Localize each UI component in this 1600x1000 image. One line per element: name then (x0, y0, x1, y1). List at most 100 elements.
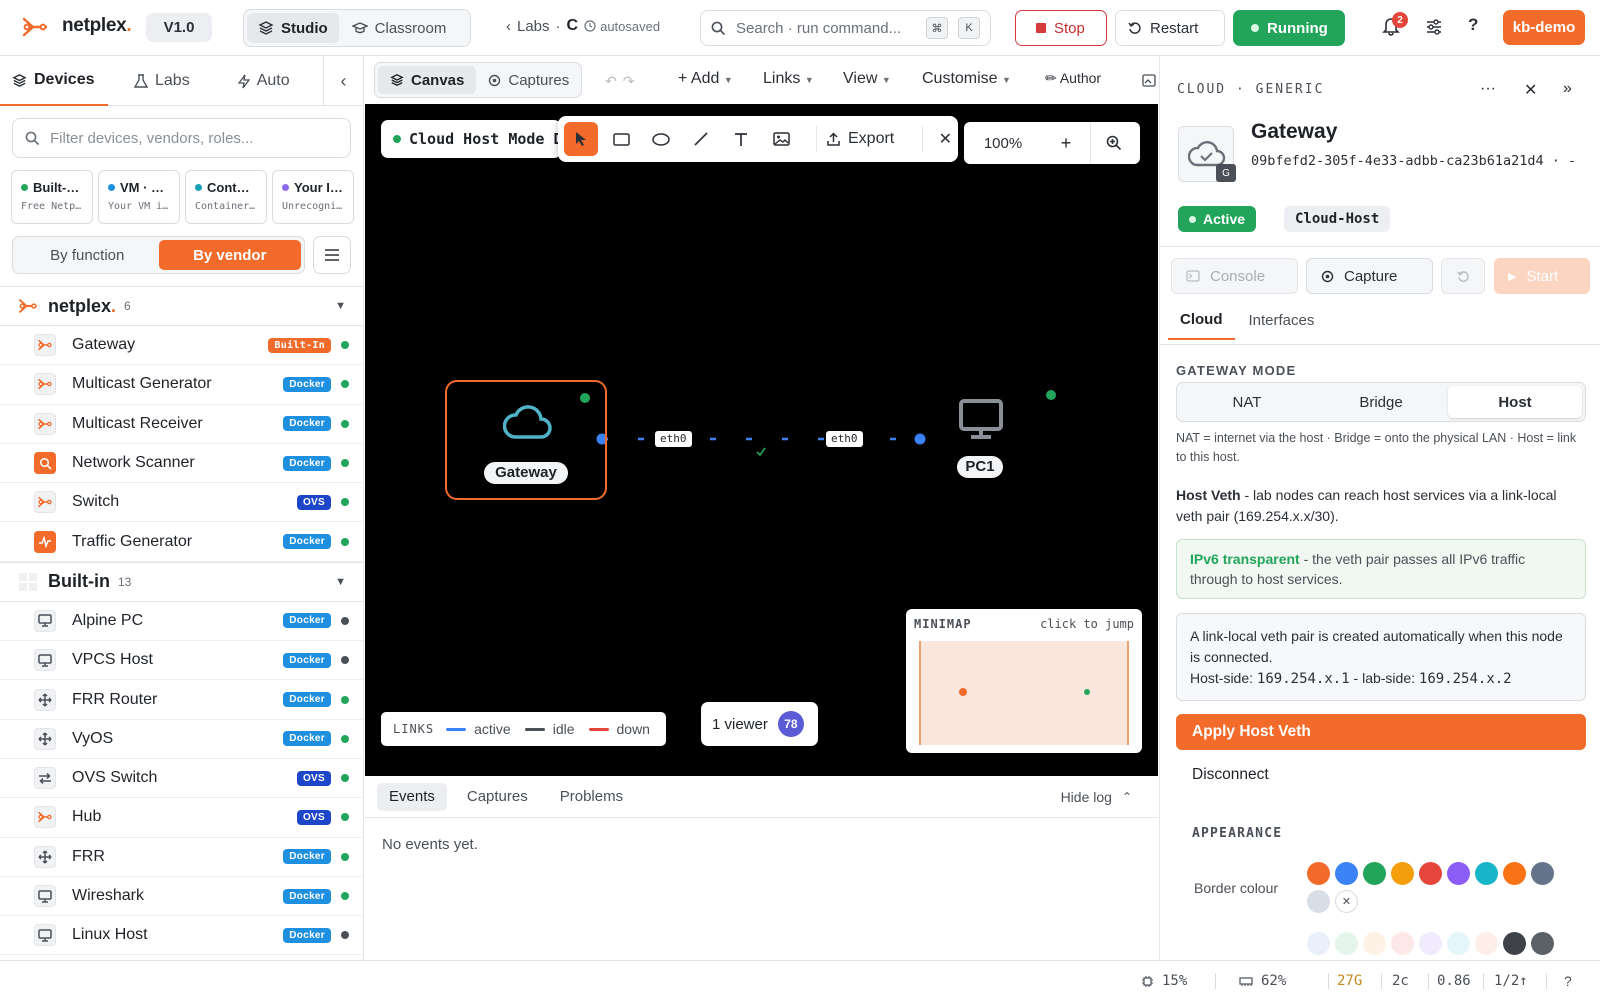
border-colour-swatch[interactable] (1307, 890, 1330, 913)
fill-swatch[interactable] (1307, 932, 1330, 955)
vendor-group-header[interactable]: netplex. 6 ▼ (0, 286, 363, 326)
fill-swatch[interactable] (1531, 932, 1554, 955)
device-item[interactable]: Multicast Receiver Docker (0, 405, 363, 444)
image-icon[interactable] (1142, 74, 1156, 87)
topology-canvas[interactable]: Cloud Host Mode D Export ✕ 100% + eth0 e… (365, 104, 1158, 776)
undo-redo[interactable]: ↶↷ (605, 73, 640, 90)
fill-swatch[interactable] (1503, 932, 1526, 955)
source-card[interactable]: VM · … Your VM i… (98, 170, 180, 224)
expand-inspector-button[interactable]: » (1563, 80, 1572, 98)
group-by-function-button[interactable]: By function (16, 240, 159, 270)
sliders-icon[interactable] (1425, 18, 1443, 36)
border-colour-swatch[interactable] (1503, 862, 1526, 885)
minimap-viewport[interactable] (919, 641, 1129, 745)
apply-host-veth-button[interactable]: Apply Host Veth (1176, 714, 1586, 750)
device-item[interactable]: Gateway Built-In (0, 326, 363, 366)
redo-icon[interactable]: ↷ (623, 73, 641, 89)
device-item[interactable]: Alpine PC Docker (0, 602, 363, 642)
tab-studio[interactable]: Studio (247, 13, 339, 43)
device-item[interactable]: OVS Switch OVS (0, 759, 363, 799)
device-item[interactable]: VyOS Docker (0, 720, 363, 759)
device-item[interactable]: Multicast Generator Docker (0, 365, 363, 405)
chevron-left-icon[interactable]: ‹ (506, 18, 511, 35)
device-item[interactable]: Network Scanner Docker (0, 444, 363, 484)
tab-cloud[interactable]: Cloud (1168, 300, 1235, 340)
fill-swatch[interactable] (1475, 932, 1498, 955)
device-item[interactable]: Wireshark Docker (0, 877, 363, 917)
view-menu[interactable]: View ▼ (843, 70, 891, 88)
breadcrumb-current[interactable]: C (567, 17, 579, 35)
links-menu[interactable]: Links ▼ (763, 70, 814, 88)
command-search[interactable]: Search · run command... ⌘ K (700, 10, 991, 46)
tab-interfaces[interactable]: Interfaces (1237, 300, 1327, 340)
fill-swatch[interactable] (1335, 932, 1358, 955)
stop-button[interactable]: Stop (1015, 10, 1107, 46)
border-colour-swatch[interactable] (1391, 862, 1414, 885)
close-inspector-button[interactable]: ✕ (1524, 80, 1537, 100)
mode-nat-button[interactable]: NAT (1180, 386, 1314, 418)
status-help-button[interactable]: ? (1564, 973, 1572, 989)
reset-button[interactable] (1441, 258, 1485, 294)
tab-auto[interactable]: Auto (226, 56, 302, 106)
link-endpoint-b[interactable] (914, 433, 926, 445)
disconnect-button[interactable]: Disconnect (1192, 766, 1269, 784)
border-colour-swatch[interactable] (1447, 862, 1470, 885)
node-title[interactable]: Gateway (1251, 120, 1337, 144)
undo-icon[interactable]: ↶ (605, 73, 623, 89)
tab-labs[interactable]: Labs (122, 56, 202, 106)
fill-swatch[interactable] (1419, 932, 1442, 955)
tab-captures[interactable]: Captures (476, 66, 581, 94)
running-status-button[interactable]: Running (1233, 10, 1345, 46)
source-card[interactable]: Built-… Free Netp… (11, 170, 93, 224)
device-item[interactable]: VPCS Host Docker (0, 641, 363, 681)
console-button[interactable]: Console (1171, 258, 1298, 294)
border-colour-swatch[interactable] (1475, 862, 1498, 885)
device-item[interactable]: FRR Router Docker (0, 680, 363, 720)
tab-events[interactable]: Events (377, 782, 447, 811)
border-colour-swatch[interactable] (1307, 862, 1330, 885)
fill-swatch[interactable] (1363, 932, 1386, 955)
device-item[interactable]: FRR Docker (0, 838, 363, 877)
fill-swatch[interactable] (1447, 932, 1470, 955)
border-colour-swatch[interactable] (1531, 862, 1554, 885)
mode-host-button[interactable]: Host (1448, 386, 1582, 418)
group-by-vendor-button[interactable]: By vendor (158, 240, 301, 270)
border-colour-swatch[interactable] (1335, 862, 1358, 885)
tab-canvas[interactable]: Canvas (378, 66, 477, 94)
device-item[interactable]: Switch OVS (0, 483, 363, 523)
device-filter-input[interactable]: Filter devices, vendors, roles... (12, 118, 351, 158)
device-item[interactable]: Traffic Generator Docker (0, 522, 363, 562)
breadcrumb-labs[interactable]: Labs (517, 18, 550, 35)
capture-button[interactable]: Capture (1306, 258, 1433, 294)
tab-log-captures[interactable]: Captures (455, 783, 540, 811)
netplex-logo-icon[interactable] (22, 16, 48, 38)
viewers-chip[interactable]: 1 viewer 78 (701, 702, 818, 746)
version-badge[interactable]: V1.0 (146, 13, 212, 42)
tab-devices[interactable]: Devices (0, 56, 108, 106)
node-pc1[interactable]: PC1 (950, 390, 1056, 494)
tab-problems[interactable]: Problems (548, 783, 635, 811)
list-view-button[interactable] (313, 236, 351, 274)
border-colour-swatch[interactable] (1419, 862, 1442, 885)
source-card[interactable]: Your I… Unrecogni… (272, 170, 354, 224)
tab-classroom[interactable]: Classroom (341, 13, 458, 43)
restart-button[interactable]: Restart (1115, 10, 1225, 46)
node-gateway[interactable]: Gateway (445, 380, 607, 500)
add-menu[interactable]: + Add ▼ (678, 70, 733, 88)
more-options-button[interactable]: ··· (1480, 80, 1496, 98)
start-button[interactable]: ▶ Start (1494, 258, 1590, 294)
clear-colour-button[interactable]: ✕ (1335, 890, 1358, 913)
source-card[interactable]: Cont… Container… (185, 170, 267, 224)
fill-swatch[interactable] (1391, 932, 1414, 955)
hide-log-button[interactable]: Hide log ⌃ (1061, 789, 1146, 805)
device-item[interactable]: Linux Host Docker (0, 916, 363, 956)
minimap[interactable]: MINIMAP click to jump (906, 609, 1142, 753)
author-button[interactable]: ✏ Author (1045, 70, 1101, 87)
vendor-group-header[interactable]: Built-in 13 ▼ (0, 561, 363, 602)
device-item[interactable]: Hub OVS (0, 798, 363, 838)
mode-bridge-button[interactable]: Bridge (1314, 386, 1448, 418)
customise-menu[interactable]: Customise ▼ (922, 70, 1011, 88)
help-button[interactable]: ? (1468, 15, 1478, 35)
collapse-panel-button[interactable]: ‹ (323, 56, 363, 106)
user-menu-button[interactable]: kb-demo (1503, 10, 1585, 45)
